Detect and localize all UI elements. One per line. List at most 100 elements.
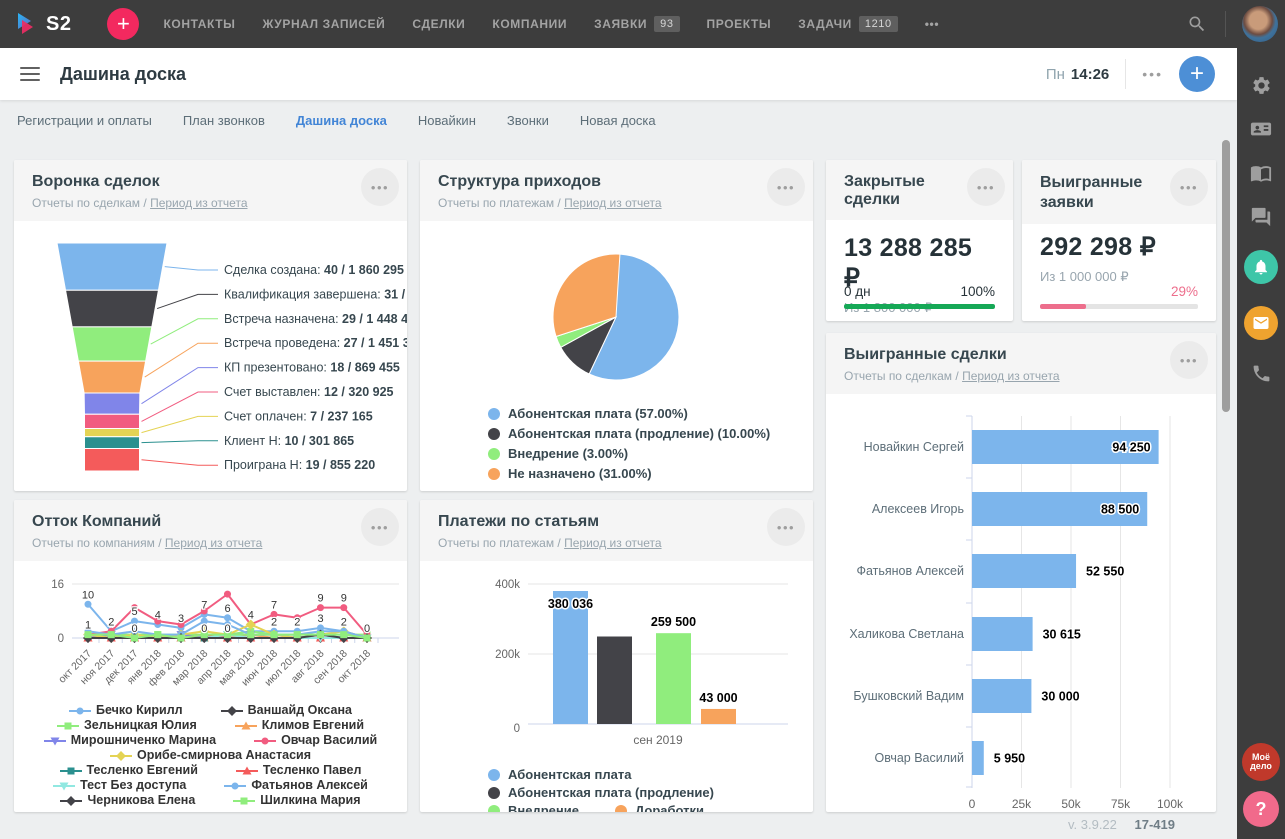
- legend-item[interactable]: Тест Без доступа: [53, 778, 186, 793]
- kpi-percent-label: 100%: [960, 284, 995, 299]
- help-question-icon: ?: [1256, 799, 1267, 820]
- widget-menu-button[interactable]: •••: [361, 168, 399, 206]
- time-label: 14:26: [1071, 66, 1109, 83]
- svg-text:2: 2: [271, 616, 277, 628]
- legend-item[interactable]: Климов Евгений: [235, 718, 364, 733]
- add-dashboard-button[interactable]: +: [1179, 56, 1215, 92]
- legend-item[interactable]: Шилкина Мария: [233, 793, 360, 808]
- nav-item[interactable]: •••: [925, 17, 939, 31]
- hamburger-menu-icon[interactable]: [20, 67, 40, 81]
- envelope-icon: [1252, 314, 1270, 332]
- nav-item[interactable]: ЖУРНАЛ ЗАПИСЕЙ: [263, 17, 386, 31]
- svg-text:Фатьянов Алексей: Фатьянов Алексей: [856, 564, 964, 578]
- svg-text:200k: 200k: [495, 649, 520, 661]
- legend-item[interactable]: Тесленко Евгений: [60, 763, 198, 778]
- widget-menu-button[interactable]: •••: [1170, 168, 1208, 206]
- legend-item[interactable]: Орибе-смирнова Анастасия: [110, 748, 311, 763]
- quick-add-button[interactable]: +: [107, 8, 139, 40]
- top-nav: S2 + КОНТАКТЫ ЖУРНАЛ ЗАПИСЕЙ СДЕЛКИ КОМПАНИ…: [0, 0, 1285, 48]
- search-icon[interactable]: [1187, 14, 1207, 34]
- svg-text:30 615: 30 615: [1043, 628, 1081, 642]
- kpi-target: Из 1 000 000 ₽: [1040, 269, 1198, 285]
- legend-item[interactable]: Доработки: [615, 802, 704, 812]
- dashboard-tabs: Регистрации и оплаты План звонков Дашина д…: [0, 100, 1237, 140]
- svg-text:0: 0: [969, 797, 976, 811]
- widget-report-source: Отчеты по платежам: [438, 196, 554, 210]
- widget-menu-button[interactable]: •••: [1170, 341, 1208, 379]
- notifications-bell-button[interactable]: [1244, 250, 1278, 284]
- contacts-card-icon[interactable]: [1250, 118, 1272, 140]
- nav-item[interactable]: ПРОЕКТЫ: [707, 17, 772, 31]
- mail-button[interactable]: [1244, 306, 1278, 340]
- svg-text:3: 3: [317, 613, 323, 625]
- dashboard: Воронка сделок Отчеты по сделкам / Перио…: [0, 140, 1237, 839]
- app-logo[interactable]: S2: [0, 11, 85, 37]
- knowledge-book-icon[interactable]: [1250, 162, 1272, 184]
- help-button[interactable]: ?: [1243, 791, 1279, 827]
- widget-title: Закрытые сделки: [844, 173, 965, 209]
- moedelo-badge[interactable]: Моё дело: [1242, 743, 1280, 781]
- legend-item[interactable]: Мирошниченко Марина: [44, 733, 216, 748]
- nav-item[interactable]: ЗАЯВКИ93: [594, 16, 679, 32]
- svg-text:400k: 400k: [495, 579, 520, 591]
- period-link[interactable]: Период из отчета: [962, 369, 1059, 383]
- chat-icon[interactable]: [1250, 206, 1272, 228]
- period-link[interactable]: Период из отчета: [165, 536, 262, 550]
- legend-item[interactable]: Внедрение (3.00%): [488, 446, 813, 461]
- nav-divider: [1225, 11, 1226, 37]
- kpi-percent-label: 29%: [1171, 284, 1198, 299]
- legend-item[interactable]: Абонентская плата (продление): [488, 784, 714, 802]
- nav-item[interactable]: КОМПАНИИ: [492, 17, 567, 31]
- svg-text:6: 6: [224, 603, 230, 615]
- svg-text:5: 5: [131, 606, 137, 618]
- nav-item[interactable]: КОНТАКТЫ: [163, 17, 235, 31]
- tab-Дашина доска[interactable]: Дашина доска: [296, 113, 387, 128]
- nav-item[interactable]: СДЕЛКИ: [412, 17, 465, 31]
- legend-item[interactable]: Абонентская плата: [488, 766, 631, 784]
- tab-Новайкин[interactable]: Новайкин: [418, 113, 476, 128]
- svg-text:Овчар Василий: Овчар Василий: [875, 751, 964, 765]
- svg-text:Клиент Н: 10 / 301 865: Клиент Н: 10 / 301 865: [224, 434, 354, 448]
- svg-text:2: 2: [341, 616, 347, 628]
- widget-menu-button[interactable]: •••: [967, 168, 1005, 206]
- logo-text: S2: [46, 13, 71, 36]
- tab-План звонков[interactable]: План звонков: [183, 113, 265, 128]
- legend-item[interactable]: Бечко Кирилл: [69, 703, 183, 718]
- legend-item[interactable]: Тесленко Павел: [236, 763, 362, 778]
- period-link[interactable]: Период из отчета: [564, 196, 661, 210]
- widget-title: Выигранные сделки: [844, 346, 1160, 364]
- period-link[interactable]: Период из отчета: [150, 196, 247, 210]
- svg-text:10: 10: [82, 589, 94, 601]
- won-deals-bar-chart: 025k50k75k100kНовайкин Сергей94 250Алекс…: [826, 394, 1216, 812]
- funnel-chart: Сделка создана: 40 / 1 860 295Квалификац…: [14, 221, 407, 491]
- legend-item[interactable]: Черникова Елена: [60, 793, 195, 808]
- header-more-button[interactable]: •••: [1142, 66, 1163, 82]
- phone-icon[interactable]: [1250, 362, 1272, 384]
- legend-item[interactable]: Абонентская плата (57.00%): [488, 406, 813, 421]
- legend-item[interactable]: Фатьянов Алексей: [224, 778, 368, 793]
- vertical-scrollbar[interactable]: [1222, 140, 1230, 412]
- churn-line-chart: 160окт 2017ноя 2017дек 2017янв 2018фев 2…: [14, 561, 407, 695]
- tab-Регистрации и оплаты[interactable]: Регистрации и оплаты: [17, 113, 152, 128]
- legend-item[interactable]: Внедрение: [488, 802, 579, 812]
- legend-item[interactable]: Зельницкая Юлия: [57, 718, 197, 733]
- legend-item[interactable]: Абонентская плата (продление) (10.00%): [488, 426, 813, 441]
- settings-gear-icon[interactable]: [1250, 74, 1272, 96]
- legend-item[interactable]: Ваншайд Оксана: [221, 703, 352, 718]
- tab-Новая доска[interactable]: Новая доска: [580, 113, 656, 128]
- pie-legend: Абонентская плата (57.00%) Абонентская пл…: [488, 406, 813, 481]
- period-link[interactable]: Период из отчета: [564, 536, 661, 550]
- widget-menu-button[interactable]: •••: [361, 508, 399, 546]
- legend-item[interactable]: Не назначено (31.00%): [488, 466, 813, 481]
- widget-company-churn: Отток Компаний Отчеты по компаниям / Пер…: [14, 500, 407, 812]
- svg-text:380 036: 380 036: [548, 597, 593, 611]
- user-avatar[interactable]: [1242, 6, 1278, 42]
- svg-text:259 500: 259 500: [651, 615, 696, 629]
- legend-item[interactable]: Овчар Василий: [254, 733, 377, 748]
- page-header: Дашина доска Пн 14:26 ••• +: [0, 48, 1237, 100]
- kpi-progress-bar: [844, 304, 995, 309]
- tab-Звонки[interactable]: Звонки: [507, 113, 549, 128]
- nav-item[interactable]: ЗАДАЧИ1210: [798, 16, 897, 32]
- widget-menu-button[interactable]: •••: [767, 168, 805, 206]
- widget-menu-button[interactable]: •••: [767, 508, 805, 546]
